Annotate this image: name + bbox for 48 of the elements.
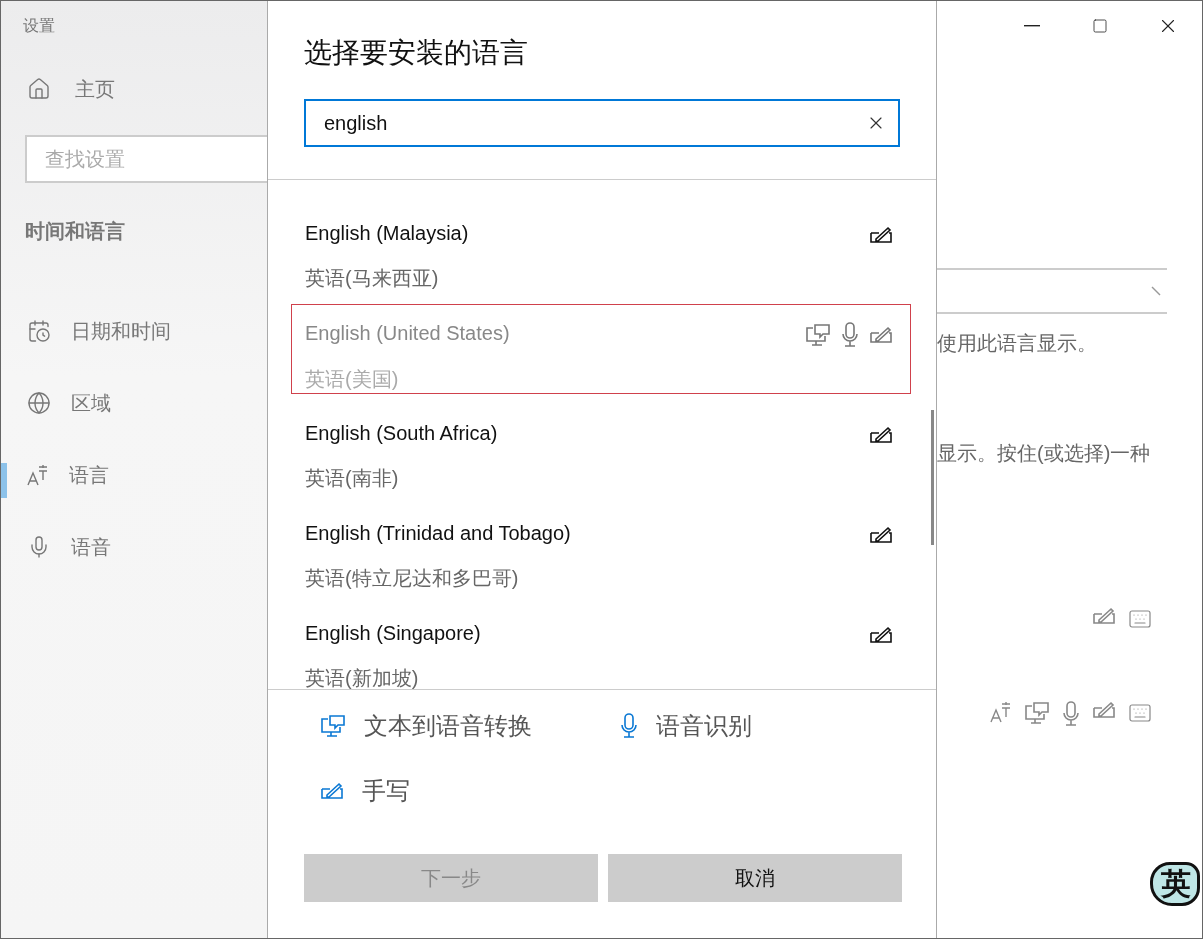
pen-icon	[869, 625, 893, 644]
microphone-icon	[841, 322, 859, 348]
search-field[interactable]: 查找设置	[25, 135, 267, 183]
language-item[interactable]: English (Singapore) 英语(新加坡)	[291, 604, 911, 689]
language-icon	[990, 701, 1012, 723]
home-icon	[27, 77, 51, 101]
language-icon	[27, 464, 49, 486]
home-nav-item[interactable]: 主页	[1, 53, 267, 125]
search-input[interactable]: 查找设置	[43, 146, 247, 172]
input-method-badge[interactable]: 英	[1150, 862, 1200, 906]
calendar-clock-icon	[27, 319, 51, 343]
scrollbar[interactable]	[931, 410, 934, 545]
legend-label: 语音识别	[656, 711, 752, 741]
legend-label: 手写	[362, 776, 410, 806]
window-title: 设置	[23, 16, 56, 36]
pen-icon	[869, 225, 893, 244]
pen-icon	[869, 425, 893, 444]
keyboard-icon	[1128, 607, 1152, 631]
monitor-speech-icon	[1024, 701, 1050, 725]
nav-item[interactable]: 语言	[1, 439, 267, 511]
dropdown[interactable]	[937, 268, 1167, 314]
description-text: 使用此语言显示。	[937, 331, 1098, 356]
legend-label: 文本到语音转换	[364, 711, 532, 741]
cancel-button[interactable]: 取消	[608, 854, 902, 902]
section-heading: 时间和语言	[25, 219, 126, 244]
caret-icon	[1151, 286, 1161, 296]
description-text: 显示。按住(或选择)一种	[937, 441, 1152, 466]
microphone-icon	[620, 713, 638, 739]
monitor-speech-icon	[320, 714, 346, 738]
globe-icon	[27, 391, 51, 415]
search-field[interactable]: english	[304, 99, 900, 147]
language-item[interactable]: English (Malaysia) 英语(马来西亚)	[291, 204, 911, 294]
pen-icon	[1092, 607, 1116, 625]
pen-icon	[1092, 701, 1116, 719]
nav-item[interactable]: 区域	[1, 367, 267, 439]
nav-item[interactable]: 日期和时间	[1, 295, 267, 367]
keyboard-icon	[1128, 701, 1152, 725]
monitor-speech-icon	[805, 323, 831, 347]
pen-icon	[320, 782, 344, 800]
minimize-icon	[1024, 25, 1040, 27]
pen-icon	[869, 525, 893, 544]
maximize-icon	[1092, 18, 1108, 34]
microphone-icon	[1062, 701, 1080, 727]
language-item[interactable]: English (Trinidad and Tobago) 英语(特立尼达和多巴哥)	[291, 504, 911, 594]
pen-icon	[869, 326, 893, 344]
nav-item[interactable]: 语音	[1, 511, 267, 583]
dialog-title: 选择要安装的语言	[303, 36, 529, 70]
language-item[interactable]: English (South Africa) 英语(南非)	[291, 404, 911, 494]
